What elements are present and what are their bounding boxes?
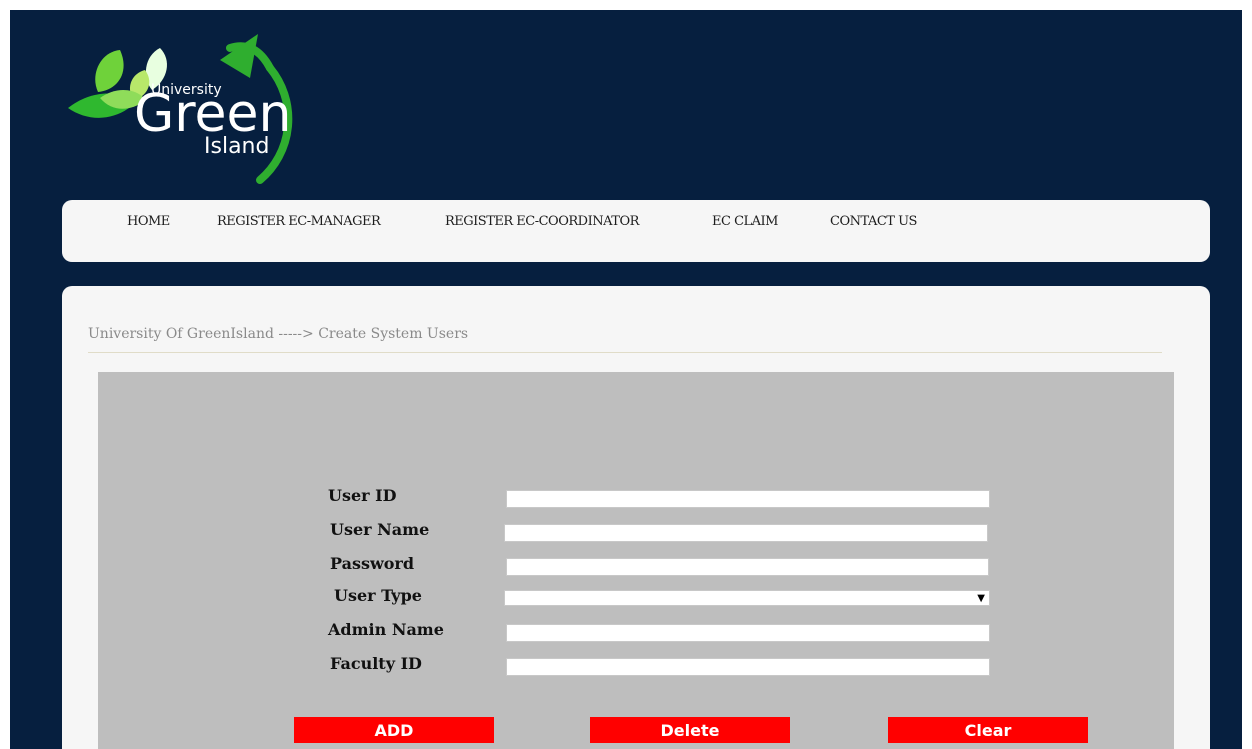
logo-green-text: Green — [134, 84, 292, 144]
clear-button[interactable]: Clear — [888, 717, 1088, 743]
add-button[interactable]: ADD — [294, 717, 494, 743]
create-user-form-panel: User ID User Name Password User Type ▼ A… — [98, 372, 1174, 749]
user-id-input[interactable] — [506, 490, 990, 508]
nav-ec-claim[interactable]: EC CLAIM — [712, 214, 778, 229]
nav-contact-us[interactable]: CONTACT US — [830, 214, 917, 229]
main-nav-bar: HOME REGISTER EC-MANAGER REGISTER EC-COO… — [62, 200, 1210, 262]
logo-island-text: Island — [204, 134, 270, 159]
admin-name-input[interactable] — [506, 624, 990, 642]
university-logo[interactable]: University Green Island — [60, 30, 330, 190]
user-id-label: User ID — [328, 486, 397, 505]
password-input[interactable] — [506, 558, 989, 576]
user-name-label: User Name — [330, 520, 430, 539]
user-type-label: User Type — [334, 586, 422, 605]
nav-home[interactable]: HOME — [127, 214, 170, 229]
user-type-select[interactable]: ▼ — [504, 590, 990, 606]
nav-register-ec-manager[interactable]: REGISTER EC-MANAGER — [217, 214, 381, 229]
content-card: University Of GreenIsland -----> Create … — [62, 286, 1210, 749]
faculty-id-label: Faculty ID — [330, 654, 422, 673]
breadcrumb: University Of GreenIsland -----> Create … — [88, 326, 469, 342]
dropdown-arrow-icon: ▼ — [977, 592, 985, 604]
delete-button[interactable]: Delete — [590, 717, 790, 743]
breadcrumb-divider — [88, 352, 1162, 353]
user-name-input[interactable] — [504, 524, 988, 542]
faculty-id-input[interactable] — [506, 658, 990, 676]
nav-register-ec-coordinator[interactable]: REGISTER EC-COORDINATOR — [445, 214, 639, 229]
password-label: Password — [330, 554, 415, 573]
admin-name-label: Admin Name — [328, 620, 444, 639]
page-background: University Green Island HOME REGISTER EC… — [10, 10, 1242, 749]
